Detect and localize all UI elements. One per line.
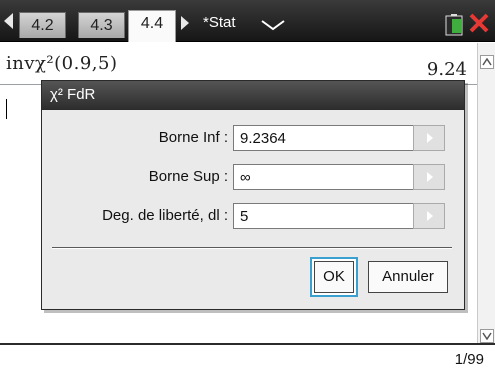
- dialog-title: χ² FdR: [50, 86, 96, 103]
- ok-button[interactable]: OK: [314, 261, 354, 293]
- chevron-right-icon: [427, 172, 433, 182]
- tab-page-4-3[interactable]: 4.3: [78, 12, 125, 38]
- degrees-of-freedom-label: Deg. de liberté, dl :: [102, 207, 228, 224]
- degrees-of-freedom-dropdown-button[interactable]: [413, 203, 445, 229]
- tab-page-4-4[interactable]: 4.4: [128, 10, 176, 42]
- status-bar: 1/99: [0, 343, 495, 371]
- tab-scroll-left-icon[interactable]: [4, 13, 13, 29]
- document-title[interactable]: *Stat: [203, 14, 236, 31]
- dialog-separator: [52, 247, 452, 249]
- chevron-right-icon: [427, 211, 433, 221]
- tab-page-4-2[interactable]: 4.2: [19, 12, 66, 38]
- close-icon[interactable]: [469, 13, 489, 33]
- top-tab-bar: 4.2 4.3 4.4 *Stat: [0, 0, 495, 42]
- scroll-up-button[interactable]: [480, 55, 494, 69]
- vertical-scrollbar[interactable]: [477, 43, 495, 343]
- upper-bound-label: Borne Sup :: [148, 168, 228, 185]
- dialog-title-bar[interactable]: χ² FdR: [42, 81, 464, 110]
- chi-square-cdf-dialog: χ² FdR Borne Inf : 9.2364 Borne Sup : ∞ …: [41, 80, 465, 310]
- battery-icon: [445, 14, 463, 36]
- history-result: 9.24: [426, 59, 467, 80]
- chevron-right-icon: [427, 133, 433, 143]
- chevron-down-icon[interactable]: [260, 19, 286, 31]
- upper-bound-dropdown-button[interactable]: [413, 164, 445, 190]
- scroll-down-button[interactable]: [480, 329, 494, 343]
- lower-bound-dropdown-button[interactable]: [413, 125, 445, 151]
- chevron-up-icon: [482, 58, 492, 66]
- cancel-button[interactable]: Annuler: [368, 261, 448, 293]
- chevron-down-icon: [482, 332, 492, 340]
- history-expression: invχ²(0.9,5): [6, 53, 118, 74]
- tab-scroll-right-icon[interactable]: [181, 16, 189, 30]
- page-indicator: 1/99: [454, 351, 484, 368]
- lower-bound-label: Borne Inf :: [158, 129, 228, 146]
- entry-cursor: [6, 99, 7, 119]
